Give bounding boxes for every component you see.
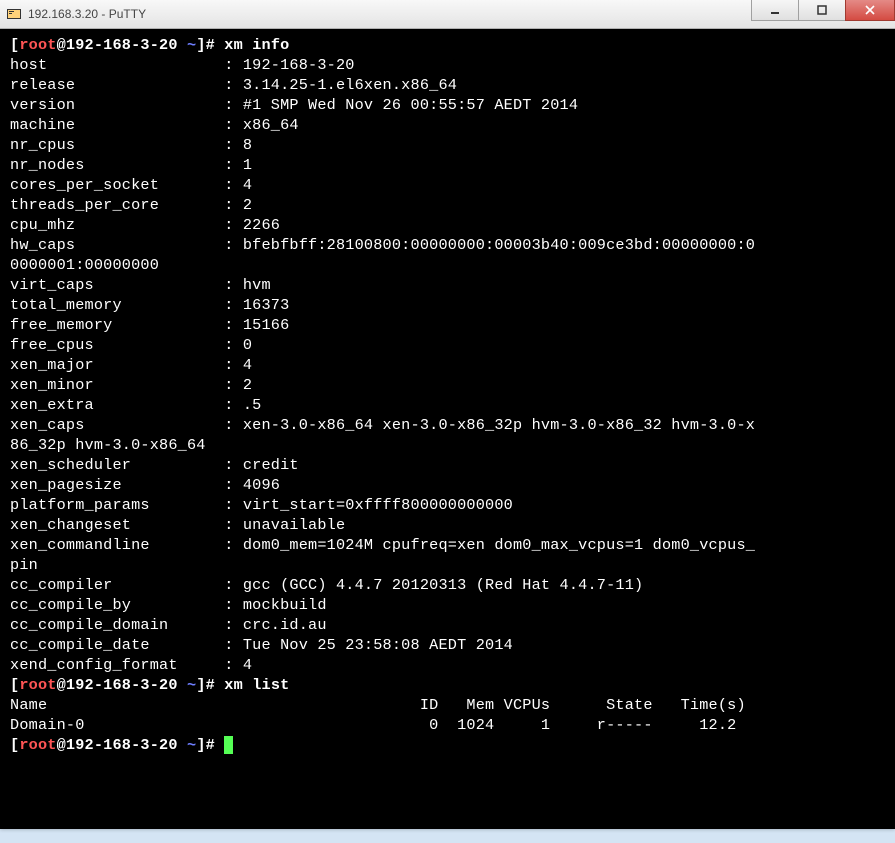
putty-icon (6, 6, 22, 22)
close-button[interactable] (845, 0, 895, 21)
window-controls (752, 0, 895, 28)
window-title: 192.168.3.20 - PuTTY (28, 7, 146, 21)
terminal-area[interactable]: [root@192-168-3-20 ~]# xm info host : 19… (0, 29, 895, 829)
maximize-button[interactable] (798, 0, 846, 21)
titlebar[interactable]: 192.168.3.20 - PuTTY (0, 0, 895, 29)
minimize-button[interactable] (751, 0, 799, 21)
putty-window: 192.168.3.20 - PuTTY [root@192-168-3-20 … (0, 0, 895, 829)
